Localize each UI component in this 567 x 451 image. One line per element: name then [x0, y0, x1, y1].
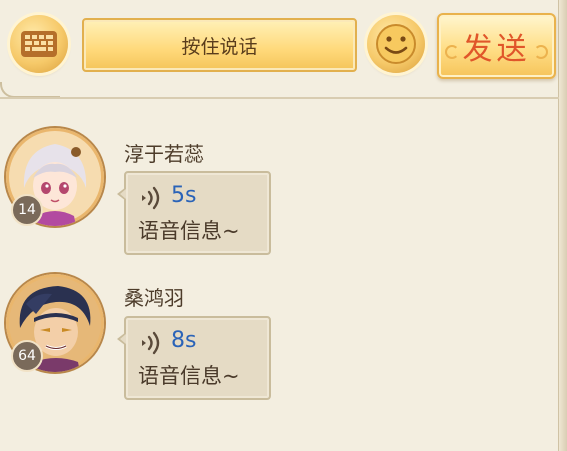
sender-name: 淳于若蕊: [124, 142, 204, 166]
level-badge: 64: [11, 340, 43, 372]
voice-message-bubble[interactable]: 5s 语音信息~: [117, 171, 271, 255]
level-badge: 14: [11, 194, 43, 226]
voice-duration: 5s: [171, 183, 197, 208]
panel-right-edge: [558, 0, 567, 451]
emoji-button[interactable]: [367, 15, 425, 73]
sender-name: 桑鸿羽: [124, 286, 184, 310]
toolbar-decoration: [0, 82, 60, 98]
voice-message-label: 语音信息~: [138, 364, 240, 388]
bubble-tail: [117, 332, 126, 346]
chat-toolbar: 按住说话 发送: [0, 0, 559, 100]
keyboard-icon: [21, 31, 57, 57]
chat-message: 64 桑鸿羽 8s 语音信息~: [0, 274, 559, 414]
smiley-icon: [376, 24, 416, 64]
bubble-tail: [117, 187, 126, 201]
voice-message-bubble[interactable]: 8s 语音信息~: [117, 316, 271, 400]
hold-to-talk-button[interactable]: 按住说话: [82, 18, 357, 72]
voice-wave-icon: [142, 331, 160, 355]
chat-message: 14 淳于若蕊 5s 语音信息~: [0, 128, 559, 268]
voice-wave-icon: [142, 186, 160, 210]
voice-duration: 8s: [171, 328, 197, 353]
send-button[interactable]: 发送: [437, 13, 556, 79]
keyboard-button[interactable]: [10, 15, 68, 73]
flourish-right: [534, 45, 548, 59]
toolbar-divider: [0, 97, 559, 99]
send-label: 发送: [462, 32, 531, 67]
voice-message-label: 语音信息~: [138, 219, 240, 243]
flourish-left: [445, 45, 459, 59]
